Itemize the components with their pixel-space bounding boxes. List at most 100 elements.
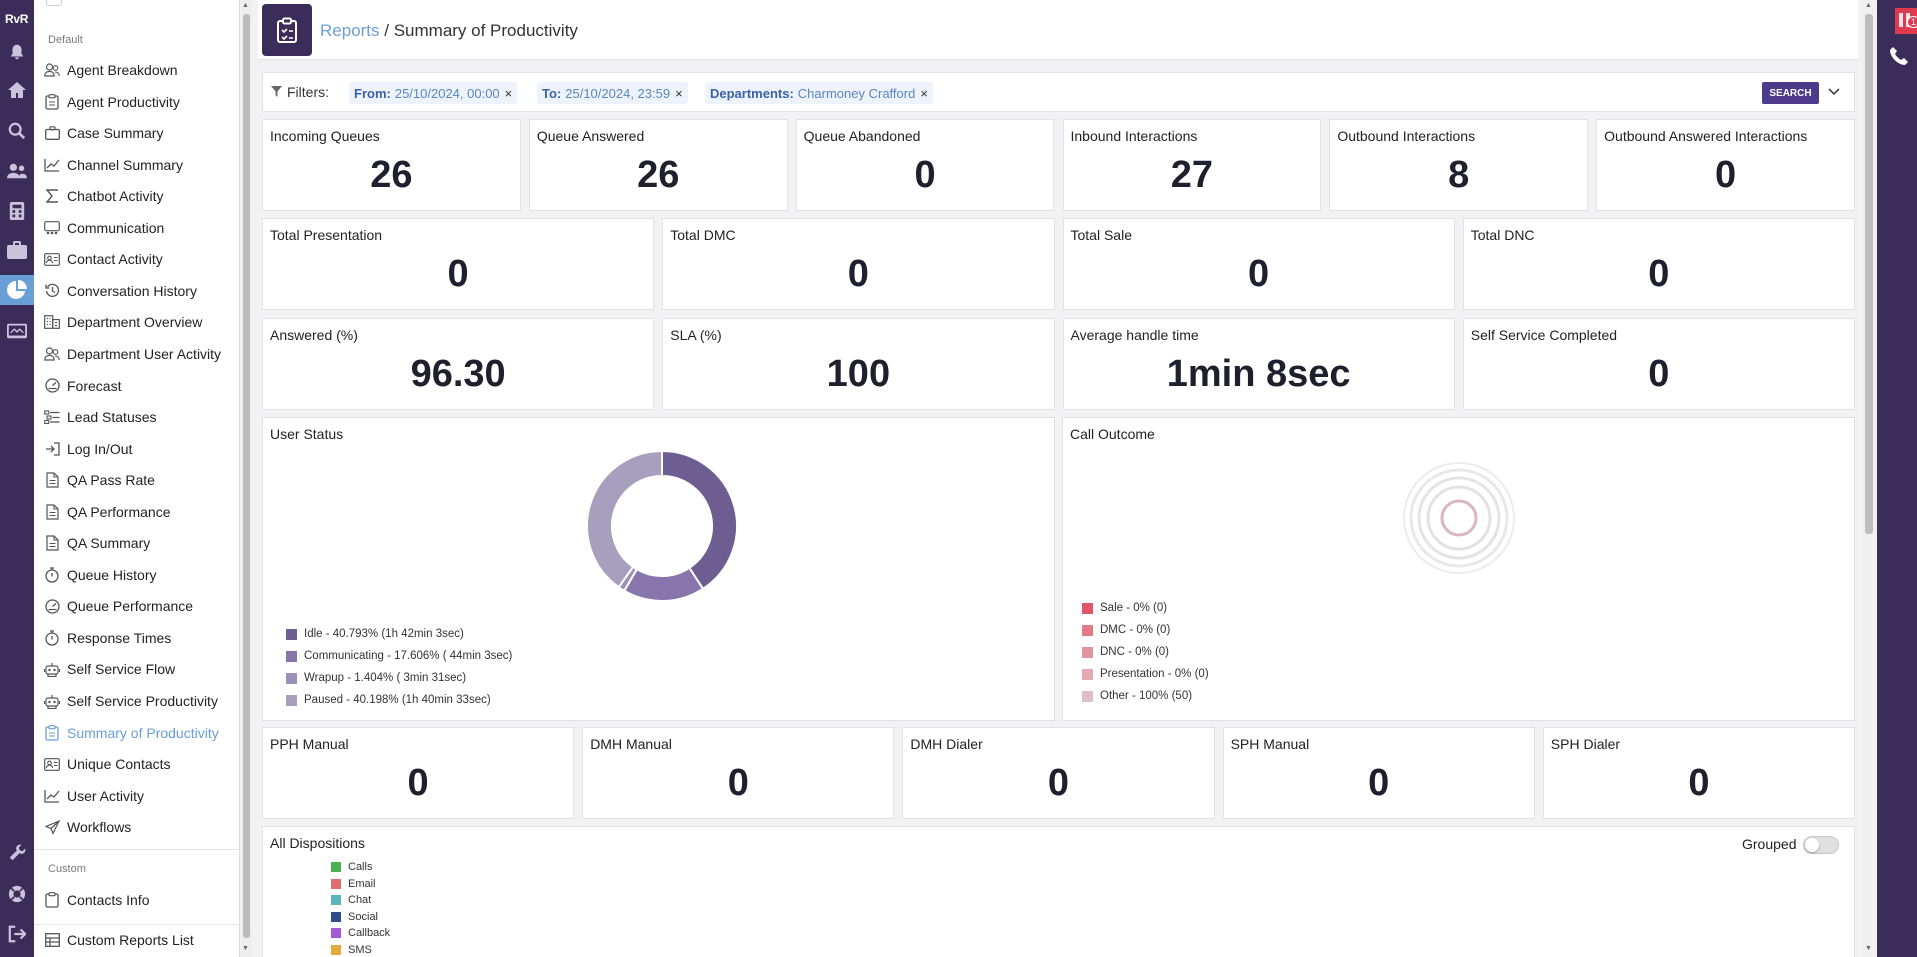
sidebar-item-qa-performance[interactable]: QA Performance [44,500,234,524]
disposition-legend-item[interactable]: SMS [331,944,372,956]
sidebar-item-queue-history[interactable]: Queue History [44,563,234,587]
scroll-down-arrow[interactable]: ▼ [242,945,249,952]
breadcrumb-reports-link[interactable]: Reports [320,21,380,40]
sidebar-scrollbar[interactable]: ▲ ▼ [241,0,252,957]
legend-label: Other - 100% (50) [1100,690,1193,702]
chevron-down-icon[interactable] [1828,84,1840,100]
sidebar-item-department-user-activity[interactable]: Department User Activity [44,342,234,366]
donut-slice-0[interactable] [661,449,738,591]
sidebar-item-custom-reports-list[interactable]: Custom Reports List [44,928,234,952]
users-icon[interactable] [7,161,27,181]
stat-value: 0 [727,762,749,804]
main-scrollbar[interactable]: ▲ ▼ [1862,0,1876,957]
logout-icon[interactable] [7,924,27,944]
sidebar-item-chatbot-activity[interactable]: Chatbot Activity [44,184,234,208]
legend-label: SMS [348,943,372,956]
disposition-legend-item[interactable]: Callback [331,927,390,939]
filters-text: Filters: [287,84,329,100]
donut-slice-3[interactable] [586,449,663,589]
pie-chart-icon[interactable] [0,275,34,305]
call-outcome-legend-item[interactable]: Sale - 0% (0) [1082,602,1167,614]
user-status-legend-item[interactable]: Wrapup - 1.404% ( 3min 31sec) [286,672,466,684]
user-status-legend-item[interactable]: Communicating - 17.606% ( 44min 3sec) [286,650,512,662]
filter-chip-departments[interactable]: Departments: Charmoney Crafford × [705,82,933,104]
sidebar-item-response-times[interactable]: Response Times [44,626,234,650]
disposition-legend-item[interactable]: Email [331,878,376,890]
sidebar-item-label: QA Pass Rate [67,472,155,489]
close-icon[interactable]: × [920,86,928,101]
sidebar-item-agent-breakdown[interactable]: Agent Breakdown [44,58,234,82]
sidebar-item-conversation-history[interactable]: Conversation History [44,279,234,303]
calculator-icon[interactable] [7,201,27,221]
stat-card-queue-abandoned: Queue Abandoned 0 [795,119,1055,211]
sidebar-item-channel-summary[interactable]: Channel Summary [44,153,234,177]
call-outcome-legend-item[interactable]: Other - 100% (50) [1082,690,1192,702]
search-icon[interactable] [7,121,27,141]
sidebar-item-self-service-productivity[interactable]: Self Service Productivity [44,689,234,713]
call-outcome-legend-item[interactable]: Presentation - 0% (0) [1082,668,1209,680]
sidebar-item-summary-of-productivity[interactable]: Summary of Productivity [44,721,234,745]
contact-card-icon [44,756,60,772]
sidebar-item-lead-statuses[interactable]: Lead Statuses [44,405,234,429]
stat-label: Queue Abandoned [803,128,921,144]
sidebar-item-log-in-out[interactable]: Log In/Out [44,437,234,461]
legend-label: Email [348,877,376,890]
home-icon[interactable] [7,80,27,100]
scroll-down-arrow[interactable]: ▼ [1865,945,1872,952]
report-clipboard-icon [262,4,312,56]
stat-label: SLA (%) [670,327,722,343]
sidebar-item-queue-performance[interactable]: Queue Performance [44,594,234,618]
stat-card-average-handle-time: Average handle time 1min 8sec [1062,318,1455,410]
user-status-legend-item[interactable]: Paused - 40.198% (1h 40min 33sec) [286,694,491,706]
sidebar-item-self-service-flow[interactable]: Self Service Flow [44,657,234,681]
support-icon[interactable] [7,884,27,904]
scroll-up-arrow[interactable]: ▲ [1865,2,1872,9]
sidebar-item-label: Summary of Productivity [67,724,219,741]
sidebar-item-department-overview[interactable]: Department Overview [44,310,234,334]
call-outcome-legend-item[interactable]: DMC - 0% (0) [1082,624,1170,636]
legend-swatch [286,672,297,684]
monitor-icon[interactable] [7,321,27,341]
close-icon[interactable]: × [505,86,513,101]
briefcase-icon[interactable] [7,240,27,260]
filter-chip-from[interactable]: From: 25/10/2024, 00:00 × [349,82,518,104]
sidebar-item-label: Custom Reports List [67,932,194,948]
stat-label: Inbound Interactions [1070,128,1198,144]
call-outcome-legend-item[interactable]: DNC - 0% (0) [1082,646,1169,658]
filter-chip-to[interactable]: To: 25/10/2024, 23:59 × [537,82,688,104]
donut-slice-1[interactable] [622,566,705,602]
phone-icon[interactable] [1889,46,1909,69]
scroll-up-arrow[interactable]: ▲ [242,2,249,9]
sidebar-item-contacts-info[interactable]: Contacts Info [44,888,234,912]
sidebar-item-unique-contacts[interactable]: Unique Contacts [44,752,234,776]
search-button[interactable]: SEARCH [1762,82,1819,104]
stat-label: Queue Answered [536,128,645,144]
scrollbar-thumb[interactable] [1865,14,1873,534]
legend-label: Calls [348,861,373,873]
sidebar-item-user-activity[interactable]: User Activity [44,784,234,808]
sidebar-item-agent-productivity[interactable]: Agent Productivity [44,90,234,114]
sidebar-item-workflows[interactable]: Workflows [44,815,234,839]
disposition-legend-item[interactable]: Social [331,911,378,923]
sidebar-item-case-summary[interactable]: Case Summary [44,121,234,145]
sidebar-item-qa-summary[interactable]: QA Summary [44,531,234,555]
stat-card-inbound-interactions: Inbound Interactions 27 [1062,119,1322,211]
scrollbar-thumb[interactable] [243,14,250,938]
user-status-donut-chart [586,449,738,602]
stat-label: PPH Manual [270,736,349,752]
bell-icon[interactable] [7,42,27,62]
collapse-handle[interactable] [46,0,62,6]
sidebar-item-communication[interactable]: Communication [44,216,234,240]
close-icon[interactable]: × [675,86,683,101]
users-icon [44,346,60,362]
disposition-legend-item[interactable]: Calls [331,861,372,873]
grouped-toggle[interactable] [1803,836,1839,854]
user-status-legend-item[interactable]: Idle - 40.793% (1h 42min 3sec) [286,628,464,640]
sidebar-item-forecast[interactable]: Forecast [44,374,234,398]
sidebar-item-qa-pass-rate[interactable]: QA Pass Rate [44,468,234,492]
stat-value: 0 [1368,762,1390,804]
stat-value: 27 [1170,154,1214,196]
disposition-legend-item[interactable]: Chat [331,894,371,906]
sidebar-item-contact-activity[interactable]: Contact Activity [44,247,234,271]
wrench-icon[interactable] [7,843,27,863]
